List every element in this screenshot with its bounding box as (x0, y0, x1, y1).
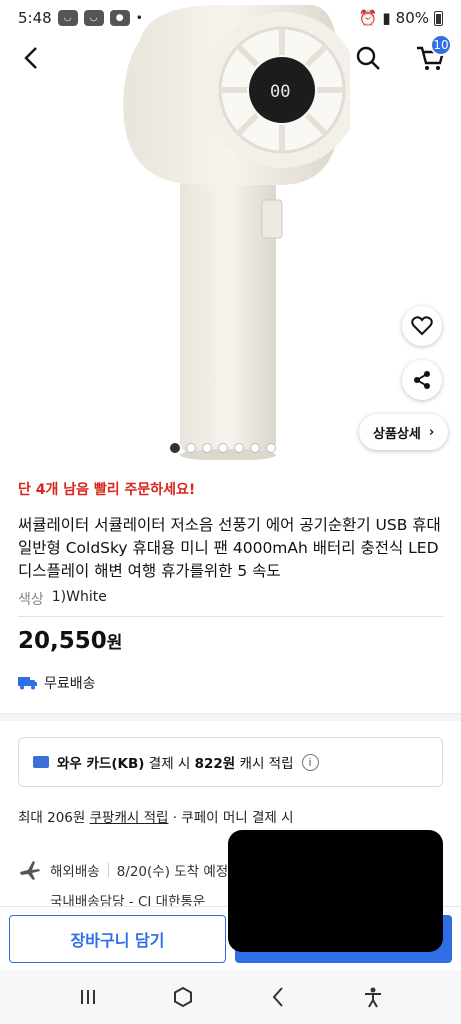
back-arrow-icon (272, 987, 283, 1007)
arrival-date: 8/20(수) 도착 예정 (116, 864, 229, 880)
shipping-info: 무료배송 (18, 673, 96, 693)
product-detail-button[interactable]: 상품상세 › (359, 414, 449, 450)
product-image-fan: 00 (123, 5, 350, 460)
notification-icon: ● (109, 10, 130, 26)
cash-reward-text: 최대 206원 쿠팡캐시 적립 · 쿠페이 머니 결제 시 (18, 806, 294, 826)
back-button[interactable] (14, 40, 50, 76)
cart-button[interactable]: 10 (410, 34, 452, 76)
accessibility-icon (365, 987, 382, 1008)
heart-icon (411, 316, 433, 336)
home-button[interactable] (163, 977, 203, 1017)
carousel-dot[interactable] (250, 443, 260, 453)
cash-link[interactable]: 쿠팡캐시 적립 (90, 810, 169, 826)
divider (18, 616, 443, 617)
carousel-dot[interactable] (186, 443, 196, 453)
carousel-dot[interactable] (218, 443, 228, 453)
search-icon (356, 46, 380, 70)
battery-icon (434, 10, 443, 26)
more-notifications-icon: • (135, 11, 143, 25)
share-button[interactable] (402, 360, 442, 400)
price-amount: 20,550 (18, 628, 107, 654)
cash-suffix: · 쿠페이 머니 결제 시 (168, 810, 294, 826)
cart-count-badge: 10 (430, 34, 452, 56)
chevron-left-icon (24, 47, 37, 69)
wishlist-button[interactable] (402, 306, 442, 346)
carousel-dot[interactable] (202, 443, 212, 453)
product-title: 써큘레이터 서큘레이터 저소음 선풍기 에어 공기순환기 USB 휴대 일반형 … (18, 516, 441, 580)
truck-icon (18, 677, 37, 690)
signal-icon: ▮ (382, 9, 391, 27)
system-navigation-bar (0, 970, 461, 1024)
notification-icon: ◡ (83, 10, 104, 26)
overseas-label: 해외배송 (50, 864, 100, 880)
search-button[interactable] (350, 40, 386, 76)
price-unit: 원 (106, 633, 123, 653)
status-bar: 5:48 ◡ ◡ ● • ⏰ ▮ 80% (0, 0, 461, 36)
notification-icon: ◡ (57, 10, 78, 26)
cash-prefix: 최대 206원 (18, 810, 90, 826)
info-icon[interactable]: i (301, 753, 319, 771)
back-nav-button[interactable] (258, 977, 298, 1017)
share-icon (414, 371, 430, 389)
card-promo-amount: 822원 (194, 756, 236, 772)
carousel-dot[interactable] (234, 443, 244, 453)
product-image-gallery[interactable]: 00 (0, 0, 461, 462)
battery-percent: 80% (395, 9, 429, 27)
card-promo-mid: 결제 시 (144, 756, 195, 772)
option-label: 색상 (18, 592, 44, 608)
card-promo-box[interactable]: 와우 카드(KB) 결제 시 822원 캐시 적립 i (18, 737, 443, 787)
card-promo-text: 와우 카드(KB) 결제 시 822원 캐시 적립 (57, 752, 294, 772)
product-detail-label: 상품상세 (373, 426, 421, 442)
credit-card-icon (33, 756, 49, 768)
product-price: 20,550원 (18, 628, 122, 654)
option-value: 1)White (51, 589, 107, 605)
recent-apps-button[interactable] (68, 977, 108, 1017)
chevron-right-icon: › (428, 424, 435, 440)
delivery-info: 해외배송 8/20(수) 도착 예정 (18, 858, 228, 882)
divider (107, 863, 109, 877)
stock-urgency-text: 단 4개 남음 빨리 주문하세요! (18, 482, 196, 498)
accessibility-button[interactable] (353, 977, 393, 1017)
selected-option[interactable]: 색상 1)White (18, 589, 107, 609)
redacted-overlay (228, 830, 443, 952)
add-to-cart-button[interactable]: 장바구니 담기 (9, 915, 226, 963)
carousel-dot[interactable] (170, 443, 180, 453)
card-promo-suffix: 캐시 적립 (235, 756, 294, 772)
svg-text:00: 00 (270, 82, 290, 102)
carousel-indicator (170, 443, 276, 453)
alarm-icon: ⏰ (358, 9, 378, 27)
carousel-dot[interactable] (266, 443, 276, 453)
airplane-icon (20, 861, 40, 880)
recent-apps-icon (80, 990, 95, 1004)
home-icon (173, 986, 192, 1008)
status-time: 5:48 (18, 9, 52, 27)
shipping-label: 무료배송 (44, 676, 96, 692)
section-separator (0, 713, 461, 721)
card-name: 와우 카드(KB) (57, 756, 145, 772)
